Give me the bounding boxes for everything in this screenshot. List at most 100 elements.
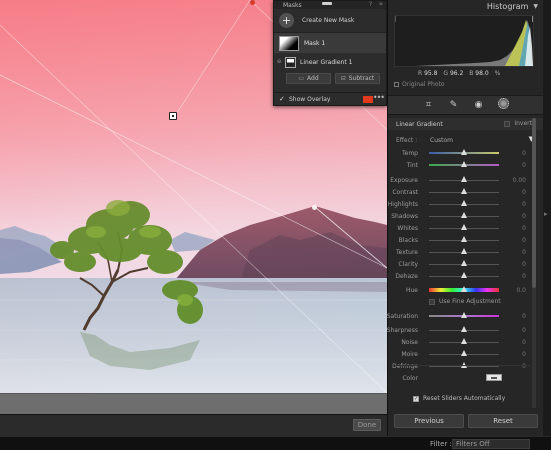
color-swatch[interactable] [486, 374, 502, 381]
slider-label: Exposure [390, 177, 418, 184]
slider-value[interactable]: 0 [504, 351, 526, 358]
histogram-chart[interactable] [394, 15, 534, 67]
filter-dropdown[interactable]: Filters Off [452, 439, 530, 449]
slider-value[interactable]: 0.0 [504, 287, 526, 294]
slider-value[interactable]: 0 [504, 201, 526, 208]
masks-panel-header[interactable]: Masks ? » [274, 0, 386, 9]
slider-thumb[interactable] [461, 338, 467, 344]
b-label: B [469, 70, 474, 77]
slider-thumb[interactable] [461, 236, 467, 242]
crop-icon[interactable]: ⌗ [423, 100, 435, 110]
slider-label: Shadows [391, 213, 418, 220]
mask-item[interactable]: Mask 1 [274, 33, 386, 53]
slider-thumb[interactable] [461, 312, 467, 318]
slider-thumb[interactable] [461, 260, 467, 266]
invert-toggle[interactable]: Invert [504, 120, 532, 127]
slider-label: Dehaze [395, 273, 418, 280]
reset-sliders-automatically-toggle[interactable]: ✓ Reset Sliders Automatically [413, 395, 505, 402]
slider-thumb[interactable] [461, 212, 467, 218]
effect-label: Effect : [396, 137, 418, 144]
fine-adjustment-label: Use Fine Adjustment [439, 298, 501, 305]
slider-thumb[interactable] [461, 350, 467, 356]
r-value: 95.8 [424, 70, 438, 77]
slider-value[interactable]: 0 [504, 225, 526, 232]
slider-value[interactable]: 0 [504, 249, 526, 256]
panel-scrollbar[interactable] [532, 118, 536, 408]
collapse-icon[interactable]: » [379, 0, 383, 8]
subtract-button[interactable]: ⊟ Subtract [335, 72, 380, 84]
tool-strip: ⌗ ✎ ◉ [388, 95, 544, 115]
slider-value[interactable]: 0 [504, 162, 526, 169]
masking-icon[interactable] [498, 98, 510, 112]
sub-mask-item[interactable]: ⊖ Linear Gradient 1 [274, 53, 386, 71]
slider-value[interactable]: 0 [504, 150, 526, 157]
g-label: G [443, 70, 449, 77]
drag-handle-icon[interactable] [322, 2, 332, 5]
linear-gradient-icon [285, 56, 296, 68]
effect-preset-row[interactable]: Effect : Custom ▼ [396, 135, 536, 146]
original-photo-toggle[interactable]: Original Photo [394, 81, 445, 88]
create-new-mask-label: Create New Mask [302, 17, 355, 24]
expand-right-panel-icon[interactable]: ▸ [544, 210, 548, 218]
slider-thumb[interactable] [461, 272, 467, 278]
slider-label: Highlights [387, 201, 418, 208]
sub-mask-name: Linear Gradient 1 [300, 58, 353, 66]
healing-icon[interactable]: ✎ [448, 100, 460, 110]
original-photo-checkbox[interactable] [394, 82, 399, 87]
slider-blacks: Blacks 0 [388, 235, 530, 246]
lightroom-window: Done Masks ? » + Create New Mask Mask 1 … [0, 0, 551, 450]
slider-value[interactable]: 0 [504, 261, 526, 268]
slider-defringe: Defringe 0 [388, 361, 530, 372]
done-button[interactable]: Done [353, 419, 381, 431]
sub-mask-indicator-icon: ⊖ [277, 59, 282, 65]
create-new-mask-button[interactable]: + Create New Mask [274, 9, 386, 33]
fine-adjustment-checkbox[interactable] [429, 298, 435, 305]
slider-label: Whites [397, 225, 418, 232]
reset-sliders-checkbox[interactable]: ✓ [413, 395, 419, 402]
slider-thumb[interactable] [461, 149, 467, 155]
slider-value[interactable]: 0 [504, 213, 526, 220]
slider-value[interactable]: 0 [504, 189, 526, 196]
slider-value[interactable]: 0 [504, 237, 526, 244]
gradient-handle[interactable] [312, 205, 317, 210]
slider-label: Noise [401, 339, 418, 346]
more-options-icon[interactable]: ••• [373, 93, 385, 102]
collapse-triangle-icon[interactable]: ▼ [533, 3, 538, 10]
help-icon[interactable]: ? [369, 1, 372, 8]
gradient-pin[interactable] [169, 112, 177, 120]
slider-thumb[interactable] [461, 248, 467, 254]
effect-value[interactable]: Custom [430, 137, 453, 144]
slider-value[interactable]: 0 [504, 273, 526, 280]
slider-value[interactable]: 0 [504, 339, 526, 346]
slider-saturation: Saturation 0 [387, 311, 530, 322]
show-overlay-checkbox[interactable]: ✓ [279, 95, 287, 103]
slider-thumb[interactable] [461, 224, 467, 230]
slider-thumb[interactable] [461, 188, 467, 194]
reset-sliders-label: Reset Sliders Automatically [423, 395, 506, 402]
panel-footer-buttons: Previous Reset [388, 414, 544, 429]
red-eye-icon[interactable]: ◉ [473, 100, 485, 110]
g-value: 96.2 [449, 70, 464, 77]
slider-label: Temp [402, 150, 418, 157]
histogram-header[interactable]: Histogram ▼ [388, 0, 544, 13]
mask-thumbnail [279, 35, 299, 51]
slider-thumb[interactable] [461, 176, 467, 182]
slider-thumb[interactable] [461, 326, 467, 332]
slider-thumb[interactable] [461, 286, 467, 292]
reset-button[interactable]: Reset [468, 414, 538, 428]
previous-button[interactable]: Previous [394, 414, 464, 428]
slider-thumb[interactable] [461, 200, 467, 206]
overlay-color-swatch[interactable] [363, 96, 373, 103]
show-overlay-row: ✓ Show Overlay ••• [274, 92, 386, 105]
fine-adjustment-toggle[interactable]: Use Fine Adjustment [429, 298, 501, 305]
slider-thumb[interactable] [461, 161, 467, 167]
slider-value[interactable]: 0 [504, 313, 526, 320]
add-button[interactable]: ▭ Add [286, 72, 331, 84]
slider-label: Blacks [398, 237, 418, 244]
invert-checkbox[interactable] [504, 120, 511, 127]
slider-value[interactable]: 0 [504, 327, 526, 334]
slider-value[interactable]: 0.00 [504, 177, 526, 184]
rotation-handle[interactable] [250, 0, 255, 5]
panel-scroll-thumb[interactable] [532, 118, 536, 288]
filmstrip-bar: Filter : Filters Off [0, 436, 551, 450]
